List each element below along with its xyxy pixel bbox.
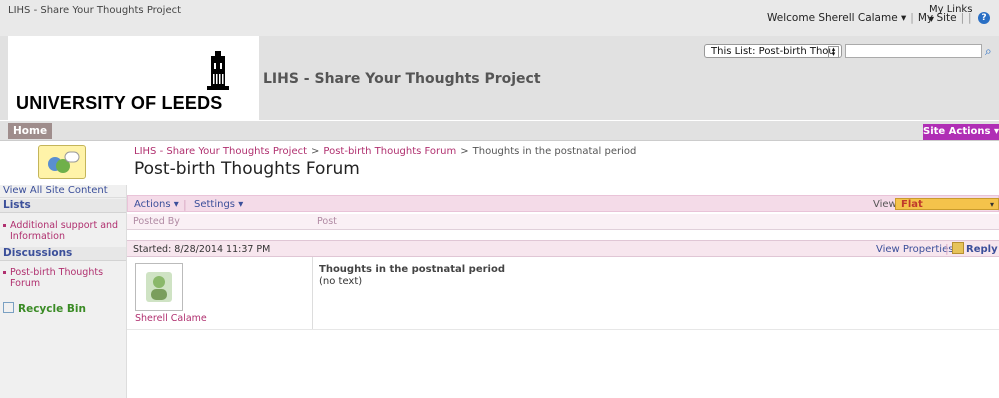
reply-label: Reply — [966, 244, 998, 255]
reply-icon — [952, 242, 964, 254]
post-text: (no text) — [319, 276, 363, 287]
sidebar-item-additional-support[interactable]: Additional support and Information — [3, 220, 121, 242]
search-scope-value: This List: Post-birth Thou — [711, 46, 835, 57]
actions-menu[interactable]: Actions ▾ — [134, 199, 179, 210]
top-bar: LIHS - Share Your Thoughts Project Welco… — [0, 0, 999, 36]
tab-home[interactable]: Home — [8, 123, 52, 139]
column-headers: Posted By Post — [127, 214, 999, 230]
sidebar-item-label[interactable]: Post-birth Thoughts Forum — [10, 267, 103, 289]
quick-launch: View All Site Content Lists Additional s… — [0, 185, 127, 398]
sidebar-item-label[interactable]: Additional support and Information — [10, 220, 118, 242]
recycle-bin-icon — [3, 302, 14, 313]
recycle-bin-label: Recycle Bin — [18, 303, 86, 315]
search-icon[interactable]: ⌕ — [985, 44, 997, 58]
reply-button[interactable]: Reply — [952, 242, 998, 255]
list-toolbar: Actions ▾ | Settings ▾ View: Flat ▾ — [127, 195, 999, 212]
welcome-user[interactable]: Welcome Sherell Calame ▾ — [767, 12, 906, 24]
university-logo[interactable]: UNIVERSITY OF LEEDS — [8, 36, 259, 120]
divider: | — [945, 242, 949, 255]
column-posted-by: Posted By — [133, 216, 180, 227]
site-name-link[interactable]: LIHS - Share Your Thoughts Project — [8, 5, 181, 16]
column-divider — [312, 257, 313, 329]
breadcrumb-separator: > — [460, 146, 469, 157]
divider: | — [968, 12, 972, 24]
my-links-menu[interactable]: My Links ▾ — [929, 5, 972, 25]
breadcrumb-separator: > — [311, 146, 320, 157]
breadcrumb-site[interactable]: LIHS - Share Your Thoughts Project — [134, 146, 307, 157]
help-icon[interactable]: ? — [978, 12, 990, 24]
my-links-label[interactable]: My Links — [929, 5, 972, 15]
toolbar-divider: | — [183, 198, 187, 211]
bullet-icon — [3, 271, 6, 274]
select-arrows-icon: ▴ ▾ — [828, 46, 839, 58]
top-nav-bar: Home Site Actions ▾ — [0, 120, 999, 140]
person-icon — [146, 272, 172, 302]
site-actions-button[interactable]: Site Actions ▾ — [923, 124, 999, 140]
chevron-down-icon: ▾ — [989, 200, 994, 209]
sidebar-item-post-birth-forum[interactable]: Post-birth Thoughts Forum — [3, 267, 121, 289]
recycle-bin-link[interactable]: Recycle Bin — [3, 302, 86, 315]
post-author-link[interactable]: Sherell Calame — [135, 313, 207, 324]
page-title: Post-birth Thoughts Forum — [134, 159, 360, 179]
view-select[interactable]: Flat ▾ — [895, 198, 999, 210]
column-post: Post — [317, 216, 337, 227]
title-area: LIHS - Share Your Thoughts Project > Post-… — [0, 140, 999, 186]
view-select-value: Flat — [901, 199, 923, 210]
view-properties-link[interactable]: View Properties — [876, 244, 953, 255]
logo-text: UNIVERSITY OF LEEDS — [16, 93, 223, 113]
breadcrumb-current: Thoughts in the postnatal period — [472, 146, 637, 157]
thread-started-date: Started: 8/28/2014 11:37 PM — [133, 244, 271, 255]
bullet-icon — [3, 224, 6, 227]
settings-menu[interactable]: Settings ▾ — [194, 199, 243, 210]
site-title[interactable]: LIHS - Share Your Thoughts Project — [263, 71, 541, 87]
search-scope-select[interactable]: This List: Post-birth Thou ▴ ▾ — [704, 44, 842, 58]
discussion-board-icon — [38, 145, 86, 179]
breadcrumb-forum[interactable]: Post-birth Thoughts Forum — [323, 146, 456, 157]
site-header: UNIVERSITY OF LEEDS LIHS - Share Your Th… — [0, 36, 999, 120]
my-links-arrow: ▾ — [929, 14, 935, 25]
view-all-content-link[interactable]: View All Site Content — [0, 185, 126, 198]
people-icon — [48, 151, 80, 173]
post-title: Thoughts in the postnatal period — [319, 264, 506, 275]
avatar[interactable] — [135, 263, 183, 311]
post-item: Sherell Calame Thoughts in the postnatal… — [127, 257, 999, 330]
thread-header: Started: 8/28/2014 11:37 PM View Propert… — [127, 240, 999, 257]
search-input[interactable] — [845, 44, 982, 58]
discussions-heading[interactable]: Discussions — [0, 247, 126, 261]
lists-heading[interactable]: Lists — [0, 199, 126, 213]
breadcrumb: LIHS - Share Your Thoughts Project > Post-… — [134, 146, 636, 157]
tower-icon — [207, 51, 229, 90]
